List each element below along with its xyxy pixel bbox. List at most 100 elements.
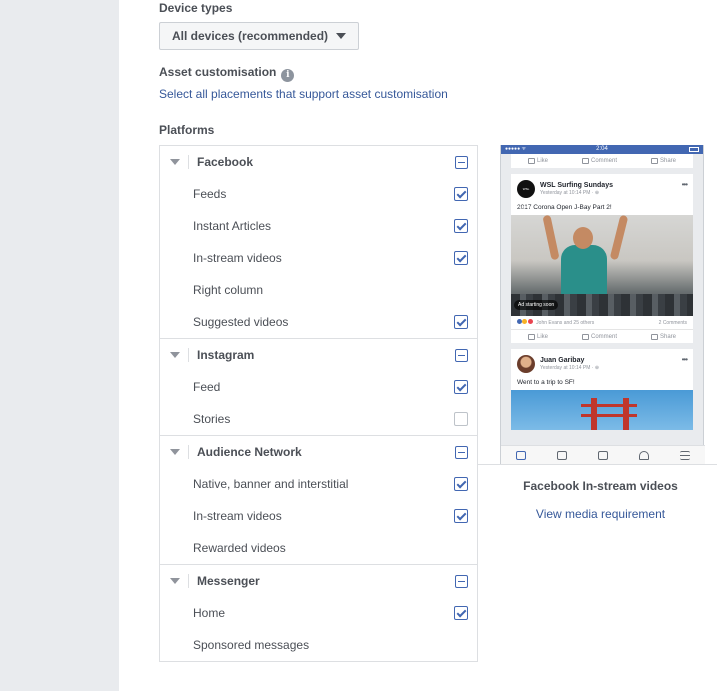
preview-post-trip: Juan Garibay Yesterday at 10:14 PM · ⊕ •… [511, 349, 693, 430]
platforms-label: Platforms [159, 123, 215, 137]
share-action: Share [650, 158, 676, 164]
placement-label: Stories [193, 412, 231, 426]
placement-facebook-in-stream-videos[interactable]: In-stream videos [160, 242, 477, 274]
collapse-triangle-icon[interactable] [170, 449, 180, 455]
caret-down-icon [336, 33, 347, 39]
post-text: 2017 Corona Open J-Bay Part 2! [517, 204, 612, 211]
platform-group-audience-network: Audience Network Native, banner and inte… [160, 436, 477, 565]
placement-instagram-stories[interactable]: Stories [160, 403, 477, 435]
placement-facebook-right-column[interactable]: Right column [160, 274, 477, 306]
header-divider [188, 348, 189, 362]
device-types-dropdown[interactable]: All devices (recommended) [159, 22, 359, 50]
device-types-selected: All devices (recommended) [172, 29, 329, 43]
more-options-icon: ••• [681, 180, 688, 189]
select-all-asset-placements-link[interactable]: Select all placements that support asset… [159, 87, 448, 101]
post-user-name: Juan Garibay [540, 357, 585, 364]
comment-icon [581, 333, 589, 340]
platform-header-instagram[interactable]: Instagram [160, 339, 477, 371]
post-page-name: WSL Surfing Sundays [540, 182, 613, 189]
header-divider [188, 445, 189, 459]
placement-preview: ●●●●● ᯤ 2:04 Like Comment Share WSL SURF… [478, 145, 717, 465]
platform-instagram-partial-checkbox[interactable] [455, 349, 468, 362]
platform-name: Instagram [197, 348, 255, 362]
platform-audience-network-partial-checkbox[interactable] [455, 446, 468, 459]
post-timestamp: Yesterday at 10:14 PM · ⊕ [540, 365, 600, 371]
comments-count: 2 Comments [658, 319, 687, 326]
preview-post-surfing: WSL SURFING SUN DAY WSL Surfing Sundays … [511, 174, 693, 343]
reactions-count: John Evans and 25 others [536, 320, 595, 326]
platform-group-facebook: Facebook Feeds Instant Articles In-strea… [160, 146, 477, 339]
placement-facebook-feeds[interactable]: Feeds [160, 178, 477, 210]
news-feed-icon [516, 451, 527, 460]
placement-checkbox[interactable] [454, 219, 468, 233]
placement-label: Instant Articles [193, 219, 272, 233]
more-options-icon: ••• [681, 355, 688, 364]
placement-checkbox[interactable] [454, 187, 468, 201]
menu-icon [679, 451, 690, 460]
platform-header-audience-network[interactable]: Audience Network [160, 436, 477, 468]
placement-audience-network-native[interactable]: Native, banner and interstitial [160, 468, 477, 500]
placement-checkbox[interactable] [454, 412, 468, 426]
phone-tab-bar [501, 445, 705, 464]
placement-label: Home [193, 606, 226, 620]
placement-label: Rewarded videos [193, 541, 286, 555]
post-photo-bridge [511, 390, 693, 430]
platform-messenger-partial-checkbox[interactable] [455, 575, 468, 588]
placement-facebook-suggested-videos[interactable]: Suggested videos [160, 306, 477, 338]
page-avatar: WSL SURFING SUN DAY [517, 180, 535, 227]
platform-header-messenger[interactable]: Messenger [160, 565, 477, 597]
placement-messenger-sponsored-messages[interactable]: Sponsored messages [160, 629, 477, 661]
wow-reaction-icon [522, 319, 528, 324]
placement-checkbox[interactable] [454, 477, 468, 491]
platform-group-messenger: Messenger Home Sponsored messages [160, 565, 477, 661]
placement-facebook-instant-articles[interactable]: Instant Articles [160, 210, 477, 242]
platform-header-facebook[interactable]: Facebook [160, 146, 477, 178]
like-action: Like [527, 333, 548, 340]
platforms-list: Facebook Feeds Instant Articles In-strea… [159, 145, 478, 662]
header-divider [188, 574, 189, 588]
placement-audience-network-in-stream-videos[interactable]: In-stream videos [160, 500, 477, 532]
left-rail [0, 0, 119, 691]
comment-icon [581, 158, 589, 164]
share-icon [650, 333, 658, 340]
post-timestamp: Yesterday at 10:14 PM · ⊕ [540, 190, 600, 196]
share-icon [650, 158, 658, 164]
platform-facebook-partial-checkbox[interactable] [455, 156, 468, 169]
collapse-triangle-icon[interactable] [170, 578, 180, 584]
placement-label: Native, banner and interstitial [193, 477, 349, 491]
marketplace-icon [597, 451, 608, 460]
platform-name: Messenger [197, 574, 260, 588]
like-reaction-icon [517, 319, 522, 324]
placement-checkbox[interactable] [454, 509, 468, 523]
phone-status-bar: ●●●●● ᯤ 2:04 [501, 145, 703, 154]
comment-action: Comment [581, 333, 617, 340]
like-action: Like [527, 158, 548, 164]
share-action: Share [650, 333, 676, 340]
placement-checkbox[interactable] [454, 380, 468, 394]
thumbs-up-icon [527, 333, 535, 340]
comment-action: Comment [581, 158, 617, 164]
device-types-label: Device types [159, 1, 233, 15]
placement-label: In-stream videos [193, 509, 282, 523]
asset-customisation-heading: Asset customisation i [159, 65, 295, 82]
placement-label: In-stream videos [193, 251, 282, 265]
placement-instagram-feed[interactable]: Feed [160, 371, 477, 403]
placement-label: Right column [193, 283, 264, 297]
placement-label: Feeds [193, 187, 227, 201]
post-reactions: John Evans and 25 others 2 Comments [511, 316, 693, 329]
platform-group-instagram: Instagram Feed Stories [160, 339, 477, 436]
placement-audience-network-rewarded-videos[interactable]: Rewarded videos [160, 532, 477, 564]
placement-checkbox[interactable] [454, 315, 468, 329]
placement-checkbox[interactable] [454, 606, 468, 620]
bell-icon [638, 451, 649, 460]
thumbs-up-icon [527, 158, 535, 164]
phone-mockup: ●●●●● ᯤ 2:04 Like Comment Share WSL SURF… [500, 145, 705, 464]
collapse-triangle-icon[interactable] [170, 159, 180, 165]
placement-checkbox[interactable] [454, 251, 468, 265]
collapse-triangle-icon[interactable] [170, 352, 180, 358]
user-avatar [517, 355, 535, 373]
placement-label: Suggested videos [193, 315, 289, 329]
view-media-requirement-link[interactable]: View media requirement [478, 507, 717, 521]
info-icon[interactable]: i [281, 69, 295, 82]
placement-messenger-home[interactable]: Home [160, 597, 477, 629]
